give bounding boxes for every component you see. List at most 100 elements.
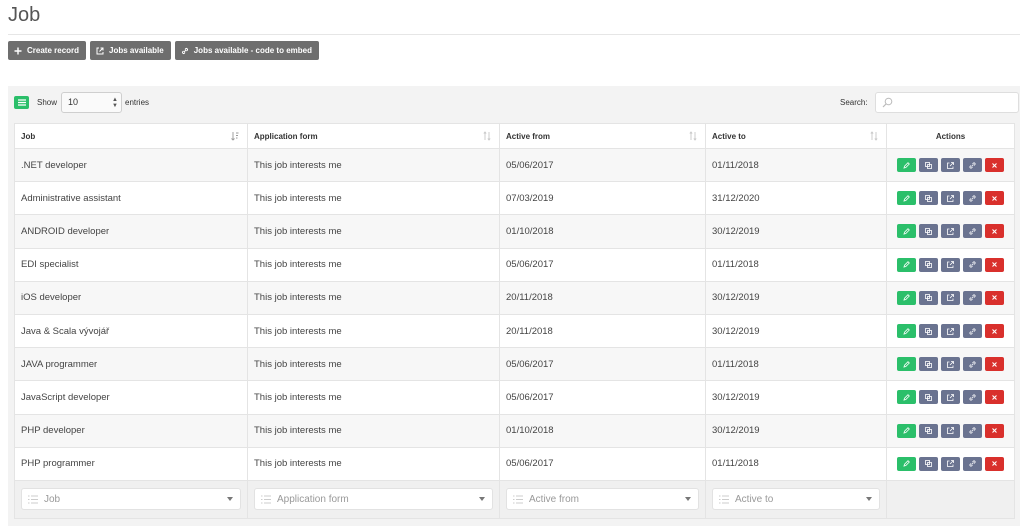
column-header-job[interactable]: Job: [14, 123, 248, 149]
entries-label: entries: [125, 98, 150, 107]
copy-icon: [925, 427, 932, 434]
cell-application-form: This job interests me: [247, 446, 500, 481]
edit-button[interactable]: [897, 456, 916, 471]
filter-job-select[interactable]: Job: [21, 488, 241, 511]
open-link-button[interactable]: [941, 224, 960, 239]
embed-link-button[interactable]: [963, 423, 982, 438]
edit-button[interactable]: [897, 158, 916, 173]
page-title: Job: [8, 4, 41, 26]
embed-code-label: Jobs available - code to embed: [193, 46, 312, 55]
jobs-available-button[interactable]: Jobs available: [90, 41, 171, 60]
cell-application-form: This job interests me: [247, 313, 500, 349]
filter-cell: Application form: [247, 479, 500, 519]
search-icon: [882, 97, 893, 108]
delete-button[interactable]: [985, 357, 1004, 372]
open-link-button[interactable]: [941, 191, 960, 206]
delete-button[interactable]: [985, 390, 1004, 405]
edit-button[interactable]: [897, 257, 916, 272]
table-row: PHP developer This job interests me 01/1…: [14, 413, 1015, 448]
delete-button[interactable]: [985, 257, 1004, 272]
open-link-button[interactable]: [941, 158, 960, 173]
copy-button[interactable]: [919, 357, 938, 372]
filter-application-form-select[interactable]: Application form: [254, 488, 493, 511]
cell-application-form: This job interests me: [247, 214, 500, 249]
cell-actions: [886, 380, 1015, 415]
copy-button[interactable]: [919, 423, 938, 438]
external-link-icon: [947, 427, 954, 434]
copy-button[interactable]: [919, 290, 938, 305]
filter-active-from-select[interactable]: Active from: [506, 488, 699, 511]
embed-link-button[interactable]: [963, 324, 982, 339]
copy-button[interactable]: [919, 390, 938, 405]
embed-link-button[interactable]: [963, 158, 982, 173]
table-panel: Show 10 ▲ ▼ entries Search: Job Applicati…: [8, 86, 1020, 526]
open-link-button[interactable]: [941, 357, 960, 372]
open-link-button[interactable]: [941, 423, 960, 438]
sort-asc-icon: [231, 132, 239, 141]
embed-link-button[interactable]: [963, 456, 982, 471]
delete-button[interactable]: [985, 324, 1004, 339]
embed-link-button[interactable]: [963, 224, 982, 239]
cell-active-from: 20/11/2018: [499, 280, 706, 315]
copy-icon: [925, 228, 932, 235]
create-record-button[interactable]: Create record: [8, 41, 87, 60]
open-link-button[interactable]: [941, 456, 960, 471]
column-header-active-to[interactable]: Active to: [705, 123, 887, 149]
plus-icon: [14, 47, 22, 54]
column-menu-button[interactable]: [14, 96, 29, 109]
close-icon: [992, 395, 997, 400]
title-divider: [8, 34, 1020, 35]
embed-link-button[interactable]: [963, 191, 982, 206]
embed-link-button[interactable]: [963, 257, 982, 272]
cell-active-to: 30/12/2019: [705, 380, 887, 415]
delete-button[interactable]: [985, 158, 1004, 173]
caret-down-icon: [227, 497, 233, 502]
embed-link-button[interactable]: [963, 357, 982, 372]
row-actions: [887, 423, 1014, 438]
row-actions: [887, 324, 1014, 339]
table-row: Java & Scala vývojář This job interests …: [14, 313, 1015, 349]
cell-application-form: This job interests me: [247, 413, 500, 448]
copy-button[interactable]: [919, 224, 938, 239]
open-link-button[interactable]: [941, 290, 960, 305]
column-header-application-form[interactable]: Application form: [247, 123, 500, 149]
edit-button[interactable]: [897, 324, 916, 339]
delete-button[interactable]: [985, 224, 1004, 239]
embed-code-button[interactable]: Jobs available - code to embed: [174, 41, 319, 60]
open-link-button[interactable]: [941, 390, 960, 405]
copy-button[interactable]: [919, 158, 938, 173]
delete-button[interactable]: [985, 423, 1004, 438]
delete-button[interactable]: [985, 456, 1004, 471]
jobs-available-label: Jobs available: [109, 46, 164, 55]
embed-link-button[interactable]: [963, 290, 982, 305]
external-link-icon: [947, 294, 954, 302]
edit-button[interactable]: [897, 357, 916, 372]
search-input[interactable]: [875, 92, 1019, 113]
cell-active-to: 01/11/2018: [705, 247, 887, 282]
column-header-active-from[interactable]: Active from: [499, 123, 706, 149]
copy-button[interactable]: [919, 324, 938, 339]
edit-button[interactable]: [897, 390, 916, 405]
row-actions: [887, 456, 1014, 471]
edit-button[interactable]: [897, 290, 916, 305]
table-row: iOS developer This job interests me 20/1…: [14, 280, 1015, 315]
delete-button[interactable]: [985, 290, 1004, 305]
filter-active-to-select[interactable]: Active to: [712, 488, 880, 511]
copy-button[interactable]: [919, 191, 938, 206]
copy-icon: [925, 194, 932, 202]
link-icon: [969, 394, 976, 401]
delete-button[interactable]: [985, 191, 1004, 206]
open-link-button[interactable]: [941, 257, 960, 272]
open-link-button[interactable]: [941, 324, 960, 339]
edit-button[interactable]: [897, 224, 916, 239]
embed-link-button[interactable]: [963, 390, 982, 405]
edit-button[interactable]: [897, 423, 916, 438]
page-length-select[interactable]: 10 ▲ ▼: [61, 92, 122, 113]
copy-button[interactable]: [919, 456, 938, 471]
table-row: Administrative assistant This job intere…: [14, 181, 1015, 216]
edit-button[interactable]: [897, 191, 916, 206]
copy-button[interactable]: [919, 257, 938, 272]
filter-placeholder: Active from: [529, 493, 580, 505]
link-icon: [181, 47, 188, 54]
column-header-label: Actions: [935, 131, 966, 141]
